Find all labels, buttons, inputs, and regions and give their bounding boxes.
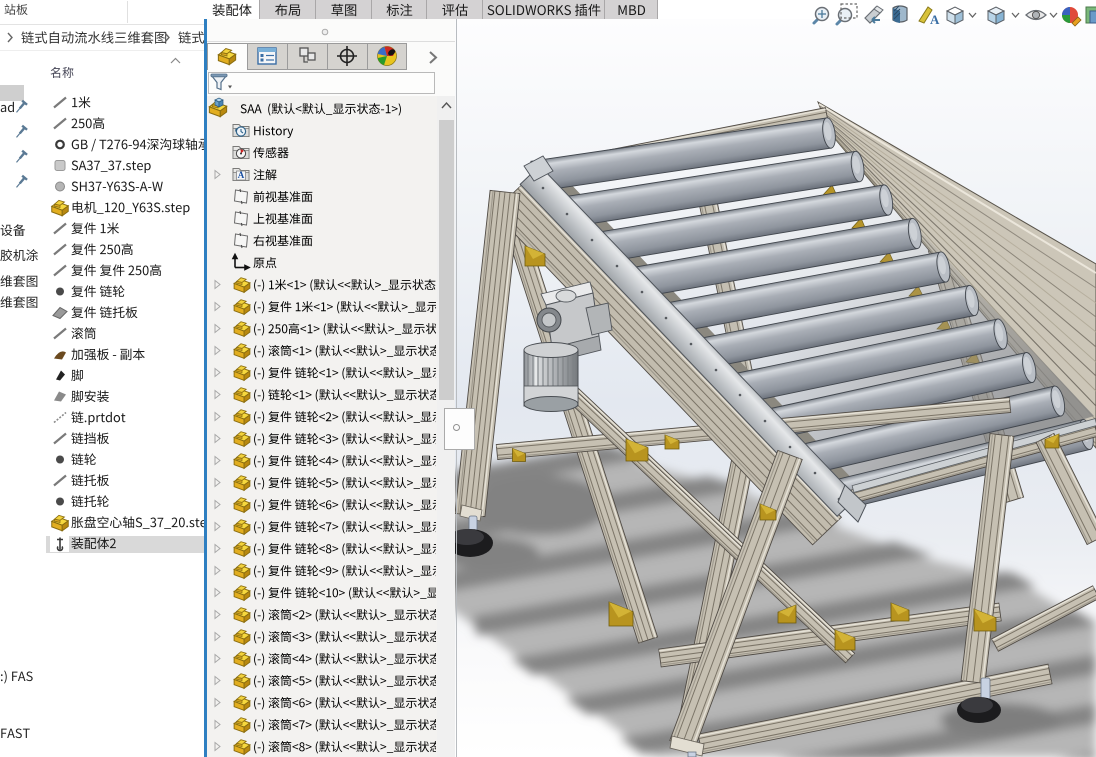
- svg-text:A: A: [238, 170, 245, 180]
- svg-text:A: A: [930, 12, 940, 27]
